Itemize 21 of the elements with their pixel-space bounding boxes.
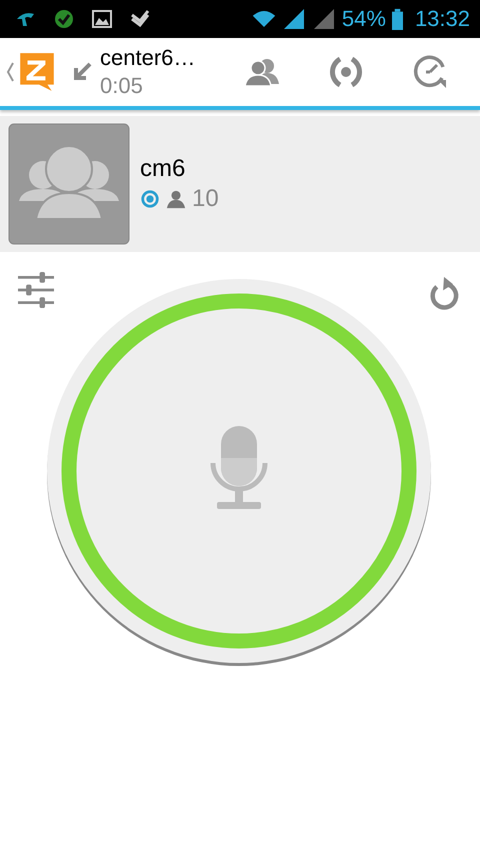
image-icon — [90, 7, 114, 31]
history-icon[interactable] — [412, 54, 448, 90]
clock: 13:32 — [414, 6, 470, 32]
microphone-icon — [210, 426, 268, 509]
broadcast-icon[interactable] — [328, 54, 364, 90]
contact-name: center6… — [100, 44, 196, 72]
battery-percent: 54% — [342, 6, 386, 32]
channel-name: cm6 — [140, 155, 186, 183]
signal-icon — [312, 7, 336, 31]
target-icon — [140, 189, 160, 209]
sliders-icon[interactable] — [16, 272, 56, 308]
group-avatar-icon — [8, 123, 130, 245]
channel-card[interactable]: cm6 10 — [0, 116, 480, 252]
call-duration: 0:05 — [100, 72, 144, 100]
battery-icon — [392, 8, 403, 30]
incoming-arrow-icon — [72, 62, 92, 82]
signal-icon — [282, 7, 306, 31]
user-count: 10 — [192, 185, 219, 213]
back-chevron-icon[interactable] — [6, 62, 14, 82]
check-icon — [52, 7, 76, 31]
user-icon — [166, 189, 186, 209]
